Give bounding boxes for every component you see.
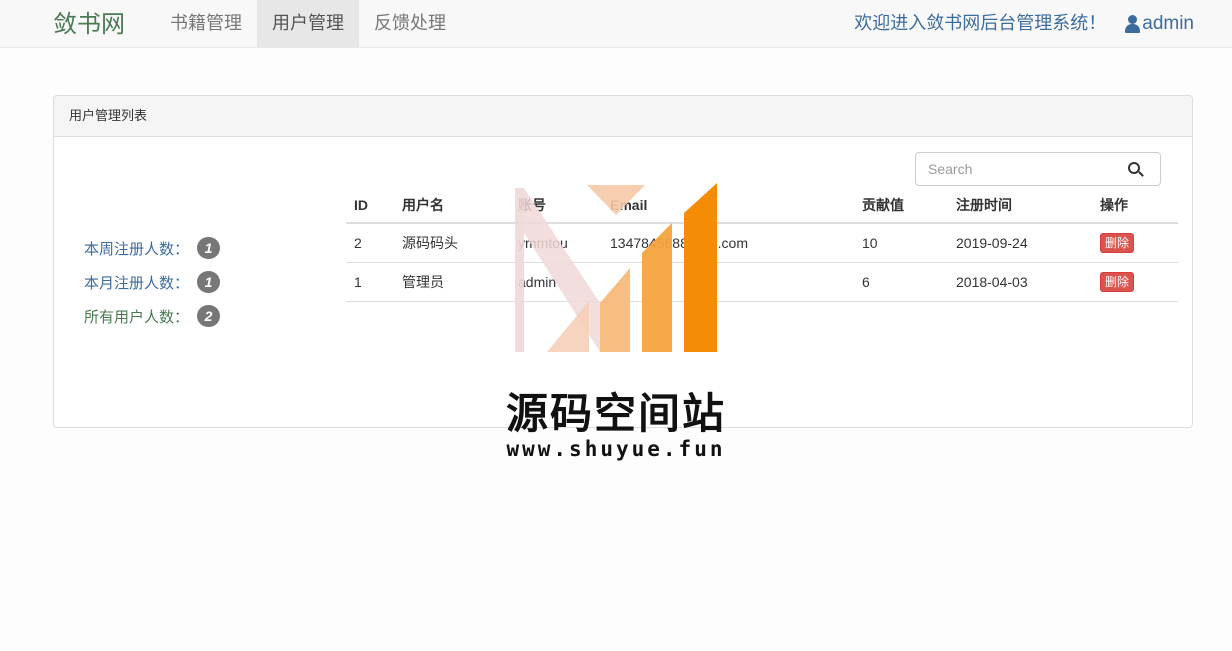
cell-registered: 2019-09-24 xyxy=(948,223,1092,263)
count-badge: 1 xyxy=(197,237,221,259)
table-row: 2 源码码头 ymmtou 1347845688@qq.com 10 2019-… xyxy=(346,223,1178,263)
cell-action: 删除 xyxy=(1092,223,1178,263)
navbar-right: 欢迎进入敛书网后台管理系统！ admin xyxy=(854,0,1194,47)
stat-label: 本周注册人数： xyxy=(84,240,190,258)
main-nav: 书籍管理 用户管理 反馈处理 xyxy=(155,0,461,47)
cell-action: 删除 xyxy=(1092,262,1178,302)
nav-item-feedback[interactable]: 反馈处理 xyxy=(359,0,461,47)
table-row: 1 管理员 admin 6 2018-04-03 删除 xyxy=(346,262,1178,302)
user-menu[interactable]: admin xyxy=(1124,0,1194,47)
cell-id: 1 xyxy=(346,262,394,302)
panel-title: 用户管理列表 xyxy=(54,96,1192,137)
column-header-id: ID xyxy=(346,188,394,224)
column-header-registered: 注册时间 xyxy=(948,188,1092,224)
registration-stats: 本周注册人数： 1 本月注册人数： 1 所有用户人数： 2 xyxy=(84,231,221,333)
cell-contribution: 6 xyxy=(854,262,948,302)
top-navbar: 敛书网 书籍管理 用户管理 反馈处理 欢迎进入敛书网后台管理系统！ admin xyxy=(0,0,1232,48)
cell-username: 源码码头 xyxy=(394,223,510,263)
count-badge: 1 xyxy=(197,271,221,293)
watermark-title: 源码空间站 xyxy=(505,389,726,438)
search-icon[interactable] xyxy=(1128,162,1144,178)
stat-label: 所有用户人数： xyxy=(84,308,190,326)
stat-label: 本月注册人数： xyxy=(84,274,190,292)
users-table: ID 用户名 账号 Email 贡献值 注册时间 操作 2 源码码头 ymmto… xyxy=(346,188,1178,302)
brand-logo-text[interactable]: 敛书网 xyxy=(53,10,125,40)
delete-button[interactable]: 删除 xyxy=(1100,271,1135,292)
column-header-username: 用户名 xyxy=(394,188,510,224)
nav-item-users[interactable]: 用户管理 xyxy=(257,0,359,47)
table-header-row: ID 用户名 账号 Email 贡献值 注册时间 操作 xyxy=(346,188,1178,224)
user-icon xyxy=(1124,14,1141,33)
search-input[interactable] xyxy=(916,153,1116,185)
stat-total: 所有用户人数： 2 xyxy=(84,299,221,333)
username-label: admin xyxy=(1142,13,1194,34)
welcome-message: 欢迎进入敛书网后台管理系统！ xyxy=(854,13,1107,33)
count-badge: 2 xyxy=(197,305,221,327)
column-header-action: 操作 xyxy=(1092,188,1178,224)
search-box xyxy=(915,152,1161,186)
nav-item-books[interactable]: 书籍管理 xyxy=(155,0,257,47)
cell-contribution: 10 xyxy=(854,223,948,263)
delete-button[interactable]: 删除 xyxy=(1100,232,1135,253)
stat-week: 本周注册人数： 1 xyxy=(84,231,221,265)
column-header-contribution: 贡献值 xyxy=(854,188,948,224)
cell-registered: 2018-04-03 xyxy=(948,262,1092,302)
cell-id: 2 xyxy=(346,223,394,263)
watermark-url: www.shuyue.fun xyxy=(506,437,726,461)
watermark-logo xyxy=(515,183,717,352)
cell-username: 管理员 xyxy=(394,262,510,302)
stat-month: 本月注册人数： 1 xyxy=(84,265,221,299)
